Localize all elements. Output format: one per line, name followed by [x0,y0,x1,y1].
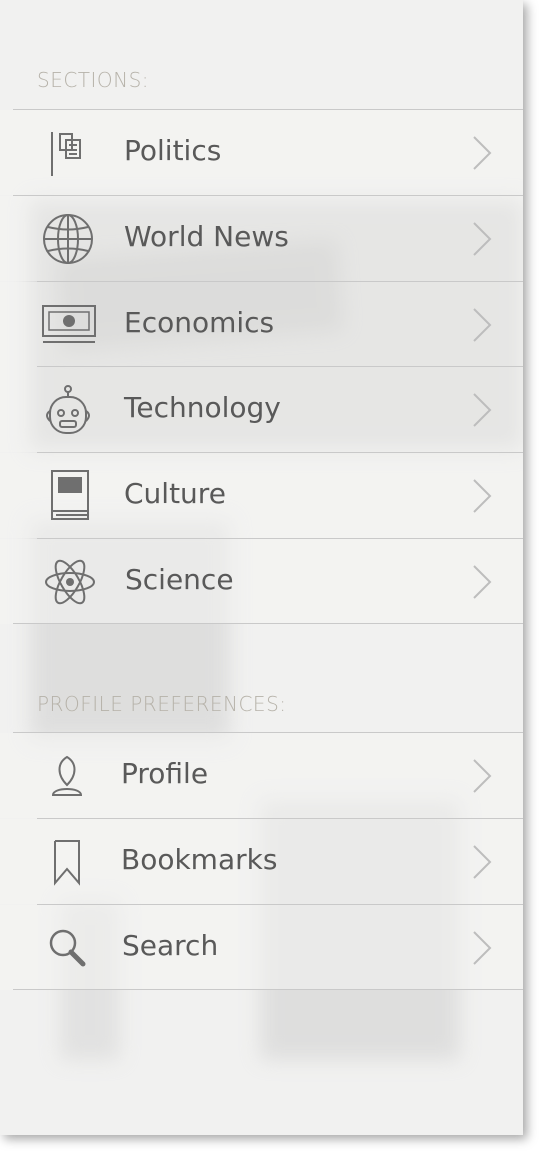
menu-item-economics[interactable]: Economics [0,282,523,367]
menu-item-label: Search [122,929,219,962]
atom-icon [45,559,95,605]
chevron-right-icon [473,393,492,427]
search-icon [49,929,86,967]
menu-item-label: Profile [121,757,209,790]
menu-item-technology[interactable]: Technology [0,367,523,452]
menu-item-label: World News [124,220,289,253]
chevron-right-icon [473,845,492,879]
menu-item-label: Science [125,563,234,596]
chevron-right-icon [473,136,492,170]
chevron-right-icon [473,308,492,342]
menu-item-politics[interactable]: Politics [0,110,523,195]
menu-item-label: Economics [124,306,275,339]
politics-icon [51,132,81,176]
menu-item-bookmarks[interactable]: Bookmarks [0,819,523,904]
banknote-icon [42,305,96,343]
globe-icon [43,214,93,264]
menu-item-profile[interactable]: Profile [0,733,523,818]
sections-heading: SECTIONS: [37,68,150,92]
profile-preferences-heading: PROFILE PREFERENCES: [37,692,287,716]
divider [13,989,523,990]
menu-item-culture[interactable]: Culture [0,453,523,538]
menu-item-search[interactable]: Search [0,905,523,990]
menu-item-label: Politics [124,134,222,167]
menu-item-label: Culture [124,477,226,510]
menu-item-label: Technology [124,391,281,424]
book-icon [51,470,89,520]
chevron-right-icon [473,479,492,513]
divider [13,623,523,624]
chevron-right-icon [473,222,492,256]
chevron-right-icon [473,931,492,965]
side-menu-panel: SECTIONS: Politics World News Economics … [0,0,523,1135]
chevron-right-icon [473,565,492,599]
user-icon [51,755,83,796]
menu-item-science[interactable]: Science [0,539,523,624]
chevron-right-icon [473,759,492,793]
bookmark-icon [54,840,80,886]
menu-item-world-news[interactable]: World News [0,196,523,281]
robot-icon [46,385,90,434]
menu-item-label: Bookmarks [121,843,278,876]
